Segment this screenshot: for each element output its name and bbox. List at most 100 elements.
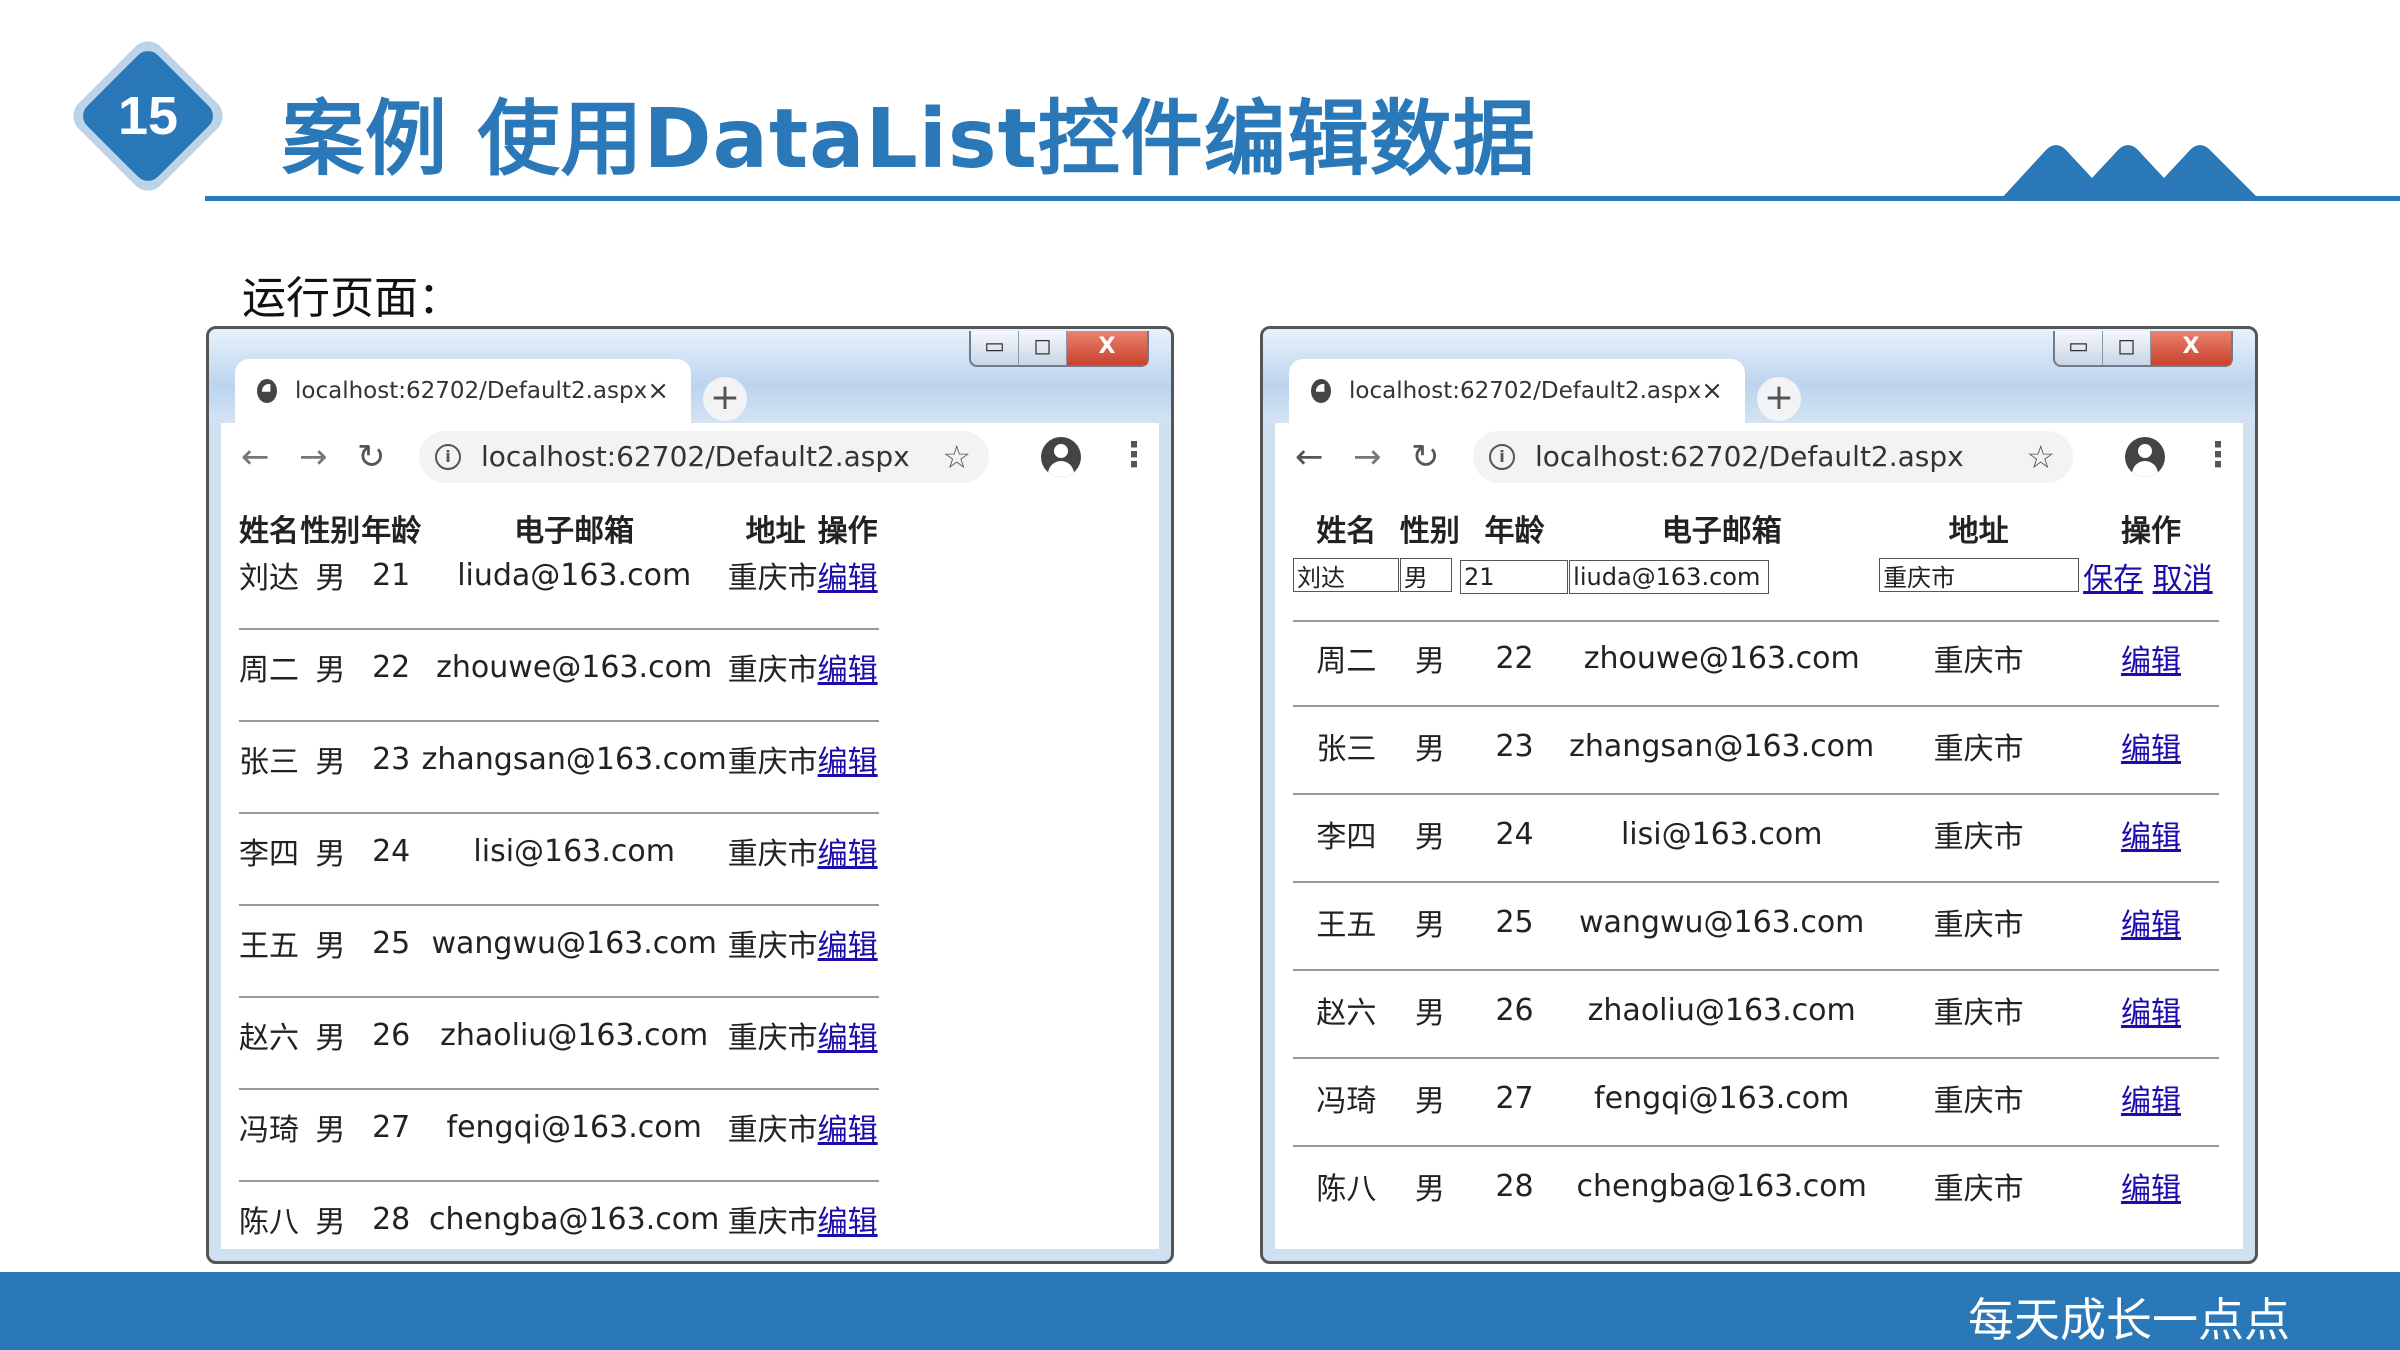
cell-gender: 男 — [315, 561, 346, 596]
edit-link[interactable]: 编辑 — [818, 837, 878, 872]
age-input[interactable] — [1459, 560, 1568, 594]
footer-slogan: 每天成长一点点 — [1968, 1293, 2290, 1347]
cell-address: 重庆市 — [727, 561, 818, 596]
browser-tab[interactable]: localhost:62702/Default2.aspx × — [235, 359, 691, 423]
edit-link[interactable]: 编辑 — [2121, 820, 2181, 855]
edit-link[interactable]: 编辑 — [2121, 908, 2181, 943]
cell-name: 周二 — [1316, 644, 1377, 679]
minimize-button[interactable]: ▭ — [2055, 331, 2103, 365]
browser-toolbar: ← → ↻ i localhost:62702/Default2.aspx ☆ … — [1275, 423, 2243, 492]
url-text: localhost:62702/Default2.aspx — [1535, 440, 1964, 473]
cell-age: 27 — [372, 1109, 411, 1145]
save-link[interactable]: 保存 — [2083, 562, 2143, 597]
address-input[interactable] — [1879, 558, 2080, 593]
cell-gender: 男 — [1414, 908, 1445, 943]
maximize-button[interactable]: ◻ — [2103, 331, 2151, 365]
edit-link[interactable]: 编辑 — [2121, 1084, 2181, 1119]
edit-link[interactable]: 编辑 — [2121, 1172, 2181, 1207]
account-icon[interactable] — [1041, 437, 1081, 477]
globe-icon — [257, 379, 278, 403]
cell-email: zhouwe@163.com — [436, 649, 713, 685]
menu-kebab-icon[interactable]: ⋮ — [2201, 435, 2235, 475]
reload-icon[interactable]: ↻ — [357, 437, 386, 477]
address-bar[interactable]: i localhost:62702/Default2.aspx ☆ — [1473, 431, 2073, 483]
edit-link[interactable]: 编辑 — [818, 929, 878, 964]
edit-link[interactable]: 编辑 — [818, 653, 878, 688]
header-row: 姓名 性别 年龄 电子邮箱 地址 操作 — [239, 503, 879, 553]
gender-input[interactable] — [1399, 558, 1452, 593]
cell-address: 重庆市 — [1933, 820, 2024, 855]
new-tab-button[interactable]: + — [703, 377, 747, 421]
forward-icon[interactable]: → — [299, 437, 328, 477]
tab-title: localhost:62702/Default2.aspx — [1349, 378, 1702, 404]
forward-icon[interactable]: → — [1353, 437, 1382, 477]
cell-email: wangwu@163.com — [431, 925, 717, 961]
cell-gender: 男 — [1414, 1084, 1445, 1119]
cell-address: 重庆市 — [727, 837, 818, 872]
cell-email: wangwu@163.com — [1579, 904, 1865, 940]
address-bar[interactable]: i localhost:62702/Default2.aspx ☆ — [419, 431, 989, 483]
table-row: 王五 男 25 wangwu@163.com 重庆市 编辑 — [1293, 893, 2219, 951]
col-header: 姓名 — [1316, 514, 1377, 549]
cell-age: 23 — [372, 741, 411, 777]
cell-name: 冯琦 — [239, 1113, 299, 1148]
edit-link[interactable]: 编辑 — [818, 561, 878, 596]
col-header: 操作 — [2121, 514, 2182, 549]
back-icon[interactable]: ← — [1295, 437, 1324, 477]
table-row: 王五 男 25 wangwu@163.com 重庆市 编辑 — [239, 921, 879, 965]
browser-toolbar: ← → ↻ i localhost:62702/Default2.aspx ☆ … — [221, 423, 1159, 492]
account-icon[interactable] — [2125, 437, 2165, 477]
col-header: 性别 — [1399, 514, 1460, 549]
table-row: 李四 男 24 lisi@163.com 重庆市 编辑 — [1293, 805, 2219, 863]
maximize-button[interactable]: ◻ — [1019, 331, 1067, 365]
col-header: 年龄 — [1484, 514, 1545, 549]
cell-age: 26 — [372, 1017, 411, 1053]
header-row: 姓名 性别 年龄 电子邮箱 地址 操作 — [1293, 503, 2219, 553]
browser-tab[interactable]: localhost:62702/Default2.aspx × — [1289, 359, 1745, 423]
window-controls: ▭ ◻ X — [969, 331, 1149, 367]
tab-close-icon[interactable]: × — [647, 376, 669, 406]
cell-name: 陈八 — [1316, 1172, 1377, 1207]
window-controls: ▭ ◻ X — [2053, 331, 2233, 367]
cell-email: zhaoliu@163.com — [440, 1017, 709, 1053]
col-header: 电子邮箱 — [1661, 514, 1782, 549]
cell-address: 重庆市 — [1933, 908, 2024, 943]
edit-link[interactable]: 编辑 — [2121, 644, 2181, 679]
cell-name: 刘达 — [239, 561, 299, 596]
cell-address: 重庆市 — [727, 1113, 818, 1148]
cell-age: 26 — [1495, 992, 1534, 1028]
edit-link[interactable]: 编辑 — [818, 1021, 878, 1056]
tab-close-icon[interactable]: × — [1701, 376, 1723, 406]
col-header: 年龄 — [361, 514, 422, 549]
window-close-button[interactable]: X — [1067, 331, 1147, 365]
page-content: 姓名 性别 年龄 电子邮箱 地址 操作 保存 取消 — [1275, 491, 2243, 1249]
new-tab-button[interactable]: + — [1757, 377, 1801, 421]
col-header: 地址 — [1948, 514, 2009, 549]
cell-email: zhouwe@163.com — [1583, 640, 1860, 676]
edit-link[interactable]: 编辑 — [2121, 996, 2181, 1031]
table-row: 张三 男 23 zhangsan@163.com 重庆市 编辑 — [1293, 717, 2219, 775]
back-icon[interactable]: ← — [241, 437, 270, 477]
edit-link[interactable]: 编辑 — [818, 1113, 878, 1148]
info-icon[interactable]: i — [1489, 444, 1515, 470]
bookmark-star-icon[interactable]: ☆ — [942, 431, 971, 483]
edit-link[interactable]: 编辑 — [2121, 732, 2181, 767]
cell-gender: 男 — [315, 1021, 346, 1056]
minimize-button[interactable]: ▭ — [971, 331, 1019, 365]
edit-link[interactable]: 编辑 — [818, 1205, 878, 1240]
col-header: 姓名 — [239, 514, 299, 549]
reload-icon[interactable]: ↻ — [1411, 437, 1440, 477]
cell-gender: 男 — [1414, 732, 1445, 767]
bookmark-star-icon[interactable]: ☆ — [2026, 431, 2055, 483]
window-close-button[interactable]: X — [2151, 331, 2231, 365]
edit-link[interactable]: 编辑 — [818, 745, 878, 780]
info-icon[interactable]: i — [435, 444, 461, 470]
cancel-link[interactable]: 取消 — [2153, 562, 2213, 597]
cell-address: 重庆市 — [1933, 732, 2024, 767]
menu-kebab-icon[interactable]: ⋮ — [1117, 435, 1151, 475]
table-row: 冯琦 男 27 fengqi@163.com 重庆市 编辑 — [239, 1105, 879, 1149]
cell-name: 冯琦 — [1316, 1084, 1377, 1119]
cell-address: 重庆市 — [1933, 1084, 2024, 1119]
email-input[interactable] — [1569, 560, 1770, 594]
name-input[interactable] — [1293, 558, 1399, 593]
